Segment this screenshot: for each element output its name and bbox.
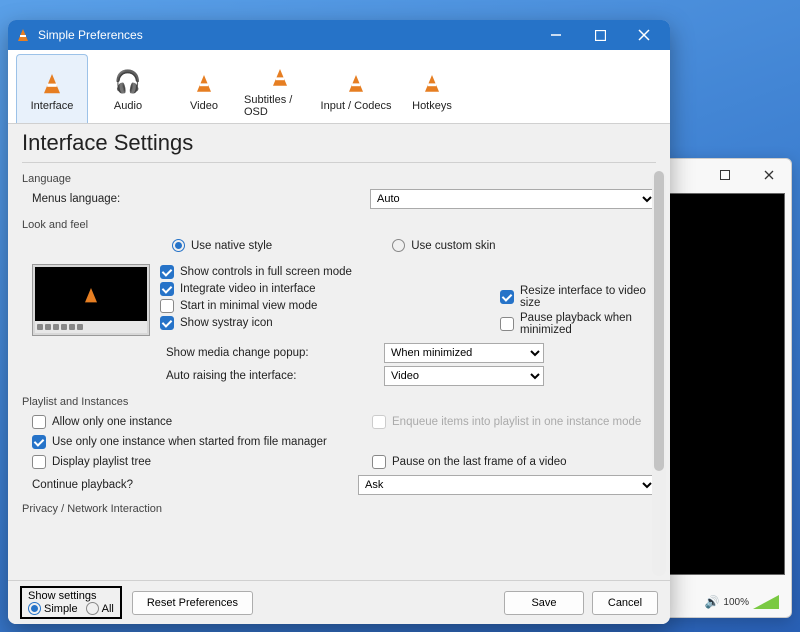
background-player-window: 🔊 100% [662, 158, 792, 618]
divider [22, 162, 656, 163]
integrate-video-label: Integrate video in interface [180, 283, 316, 295]
bg-video-area [669, 193, 785, 575]
tab-label: Audio [114, 100, 142, 112]
subtitles-cone-icon [264, 60, 296, 92]
show-settings-label: Show settings [28, 590, 114, 602]
page-title: Interface Settings [8, 124, 670, 162]
titlebar: Simple Preferences [8, 20, 670, 50]
category-toolbar: Interface 🎧 Audio Video Subtitles / OSD … [8, 50, 670, 124]
check-show-controls[interactable] [160, 265, 174, 279]
bg-volume-label: 100% [723, 597, 749, 608]
custom-skin-label: Use custom skin [411, 240, 495, 252]
check-one-instance[interactable] [32, 415, 46, 429]
section-look-and-feel: Look and feel [22, 219, 656, 231]
content-scrollbar[interactable] [652, 171, 666, 576]
speaker-icon[interactable]: 🔊 [704, 595, 719, 609]
one-instance-label: Allow only one instance [52, 416, 172, 428]
pause-minimized-label: Pause playback when minimized [520, 312, 656, 336]
enqueue-label: Enqueue items into playlist in one insta… [392, 416, 641, 428]
bg-status-bar: 🔊 100% [698, 591, 785, 613]
window-title: Simple Preferences [38, 28, 534, 42]
check-systray[interactable] [160, 316, 174, 330]
hotkeys-cone-icon [416, 66, 448, 98]
media-popup-label: Show media change popup: [166, 347, 376, 359]
display-tree-label: Display playlist tree [52, 456, 151, 468]
settings-content: Language Menus language: Auto Look and f… [8, 167, 670, 580]
tab-interface[interactable]: Interface [16, 54, 88, 123]
one-instance-fm-label: Use only one instance when started from … [52, 436, 327, 448]
codecs-cone-icon [340, 66, 372, 98]
tab-label: Video [190, 100, 218, 112]
check-pause-minimized[interactable] [500, 317, 514, 331]
continue-playback-select[interactable]: Ask [358, 475, 656, 495]
interface-cone-icon [36, 66, 68, 98]
pause-last-frame-label: Pause on the last frame of a video [392, 456, 567, 468]
minimize-button[interactable] [534, 20, 578, 50]
section-playlist: Playlist and Instances [22, 396, 656, 408]
all-label: All [102, 603, 114, 615]
section-language: Language [22, 173, 656, 185]
headphones-icon: 🎧 [112, 66, 144, 98]
video-cone-icon [188, 66, 220, 98]
check-display-tree[interactable] [32, 455, 46, 469]
simple-label: Simple [44, 603, 78, 615]
check-start-minimal[interactable] [160, 299, 174, 313]
tab-hotkeys[interactable]: Hotkeys [396, 54, 468, 123]
bottom-bar: Show settings Simple All Reset Preferenc… [8, 580, 670, 624]
reset-preferences-button[interactable]: Reset Preferences [132, 591, 253, 615]
resize-interface-label: Resize interface to video size [520, 285, 656, 309]
tab-audio[interactable]: 🎧 Audio [92, 54, 164, 123]
check-one-instance-fm[interactable] [32, 435, 46, 449]
tab-label: Subtitles / OSD [244, 94, 316, 118]
section-privacy: Privacy / Network Interaction [22, 503, 656, 515]
bg-maximize-button[interactable] [707, 163, 743, 187]
close-button[interactable] [622, 20, 666, 50]
auto-raise-select[interactable]: Video [384, 366, 544, 386]
systray-label: Show systray icon [180, 317, 273, 329]
tab-video[interactable]: Video [168, 54, 240, 123]
radio-all[interactable] [86, 602, 99, 615]
maximize-button[interactable] [578, 20, 622, 50]
show-settings-group: Show settings Simple All [20, 586, 122, 619]
bg-close-button[interactable] [751, 163, 787, 187]
continue-playback-label: Continue playback? [32, 479, 350, 491]
check-pause-last-frame[interactable] [372, 455, 386, 469]
cancel-button[interactable]: Cancel [592, 591, 658, 615]
tab-label: Interface [31, 100, 74, 112]
radio-simple[interactable] [28, 602, 41, 615]
check-enqueue [372, 415, 386, 429]
radio-native-style[interactable] [172, 239, 185, 252]
menus-language-select[interactable]: Auto [370, 189, 656, 209]
auto-raise-label: Auto raising the interface: [166, 370, 376, 382]
scroll-thumb[interactable] [654, 171, 664, 471]
vlc-cone-icon [16, 27, 32, 43]
volume-triangle-icon[interactable] [753, 595, 779, 609]
tab-subtitles[interactable]: Subtitles / OSD [244, 54, 316, 123]
native-style-label: Use native style [191, 240, 272, 252]
preferences-window: Simple Preferences Interface 🎧 Au [8, 20, 670, 624]
show-controls-label: Show controls in full screen mode [180, 266, 352, 278]
tab-input-codecs[interactable]: Input / Codecs [320, 54, 392, 123]
check-resize-interface[interactable] [500, 290, 514, 304]
tab-label: Hotkeys [412, 100, 452, 112]
start-minimal-label: Start in minimal view mode [180, 300, 317, 312]
radio-custom-skin[interactable] [392, 239, 405, 252]
save-button[interactable]: Save [504, 591, 584, 615]
menus-language-label: Menus language: [32, 193, 362, 205]
tab-label: Input / Codecs [321, 100, 392, 112]
skin-preview-thumbnail [32, 264, 150, 336]
media-popup-select[interactable]: When minimized [384, 343, 544, 363]
check-integrate-video[interactable] [160, 282, 174, 296]
